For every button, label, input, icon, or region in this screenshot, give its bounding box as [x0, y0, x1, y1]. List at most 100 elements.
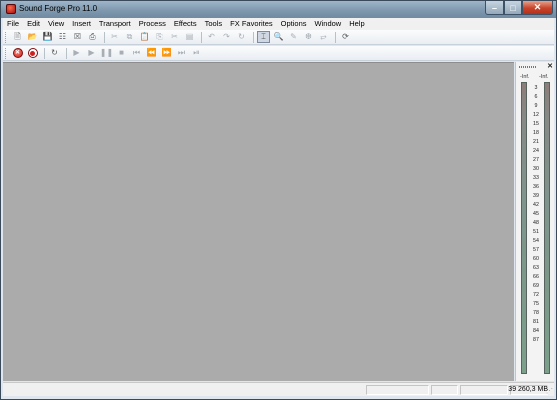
meter-scale-tick: 45 — [533, 211, 539, 217]
menu-transport[interactable]: Transport — [95, 18, 135, 30]
pencil-tool-icon[interactable]: ✎ — [287, 31, 300, 43]
event-tool-icon[interactable]: ⥂ — [317, 31, 330, 43]
cut-icon[interactable]: ✂ — [108, 31, 121, 43]
menu-window[interactable]: Window — [311, 18, 346, 30]
close-button[interactable]: ✕ — [522, 1, 553, 15]
meter-scale: 3 6 9 12 15 18 21 24 27 30 33 36 39 42 45 48 51 54 57 60 63 6… — [529, 82, 543, 374]
fast-forward-icon[interactable]: ⏩ — [160, 47, 173, 59]
caption-buttons: – □ ✕ — [485, 1, 553, 15]
menu-effects[interactable]: Effects — [170, 18, 201, 30]
record-button[interactable] — [26, 47, 39, 59]
go-to-end-icon[interactable]: ⏭ — [175, 47, 188, 59]
right-peak-readout[interactable]: -Inf. — [539, 74, 548, 80]
menu-options[interactable]: Options — [277, 18, 311, 30]
meter-scale-tick: 48 — [533, 220, 539, 226]
menu-bar: File Edit View Insert Transport Process … — [3, 18, 554, 30]
repeat-icon[interactable]: ↻ — [235, 31, 248, 43]
meter-scale-tick: 9 — [534, 103, 538, 109]
meter-scale-tick: 3 — [534, 85, 538, 91]
toolbar-separator — [253, 31, 254, 43]
record-icon — [27, 48, 38, 58]
play-pause-icon[interactable]: ⏯ — [190, 47, 203, 59]
save-all-icon[interactable]: ☷ — [56, 31, 69, 43]
meter-scale-tick: 81 — [533, 319, 539, 325]
meter-scale-tick: 27 — [533, 157, 539, 163]
menu-fx-favorites[interactable]: FX Favorites — [226, 18, 277, 30]
status-cell — [366, 385, 429, 395]
meter-drag-grip[interactable] — [519, 66, 536, 68]
maximize-button[interactable]: □ — [504, 1, 522, 15]
status-bar: 39 260,3 MB ⋰ — [3, 382, 554, 396]
stop-icon[interactable]: ■ — [115, 47, 128, 59]
status-cell — [460, 385, 508, 395]
toolbar-separator — [66, 47, 67, 59]
meter-scale-tick: 42 — [533, 202, 539, 208]
level-meter-panel: ✕ -Inf. -Inf. 3 6 9 12 15 18 21 24 27 30 33 36 39 42 4… — [515, 62, 554, 381]
sound-forge-app-icon[interactable] — [6, 4, 16, 14]
play-all-icon[interactable]: ▶ — [70, 47, 83, 59]
open-folder-icon[interactable]: 📂 — [26, 31, 39, 43]
refresh-icon[interactable]: ⟳ — [339, 31, 352, 43]
meter-close-icon[interactable]: ✕ — [547, 62, 553, 70]
rewind-icon[interactable]: ⏪ — [145, 47, 158, 59]
meter-scale-tick: 66 — [533, 274, 539, 280]
toolbar-separator — [201, 31, 202, 43]
status-cell — [431, 385, 458, 395]
left-channel-meter — [521, 82, 527, 374]
app-window: Sound Forge Pro 11.0 – □ ✕ File Edit Vie… — [0, 0, 557, 400]
minimize-button[interactable]: – — [485, 1, 504, 15]
menu-process[interactable]: Process — [135, 18, 170, 30]
meter-scale-tick: 15 — [533, 121, 539, 127]
meter-scale-tick: 18 — [533, 130, 539, 136]
meter-scale-tick: 36 — [533, 184, 539, 190]
left-peak-readout[interactable]: -Inf. — [520, 74, 529, 80]
workspace-area[interactable] — [3, 62, 514, 381]
play-icon[interactable]: ▶ — [85, 47, 98, 59]
meter-scale-tick: 75 — [533, 301, 539, 307]
meter-header: ✕ — [519, 62, 553, 70]
window-title: Sound Forge Pro 11.0 — [19, 4, 98, 13]
meter-scale-tick: 84 — [533, 328, 539, 334]
toolbar-separator — [44, 47, 45, 59]
paste-mix-icon[interactable]: ⎘ — [153, 31, 166, 43]
magnify-tool-icon[interactable]: 🔍 — [272, 31, 285, 43]
menu-view[interactable]: View — [44, 18, 68, 30]
meter-scale-tick: 54 — [533, 238, 539, 244]
transport-toolbar: ✕ ↻ ▶ ▶ ❚❚ ■ ⏮ ⏪ ⏩ ⏭ ⏯ — [3, 46, 554, 61]
title-bar[interactable]: Sound Forge Pro 11.0 – □ ✕ — [1, 1, 556, 18]
resize-grip-icon[interactable]: ⋰ — [546, 387, 553, 395]
undo-icon[interactable]: ↶ — [205, 31, 218, 43]
meter-scale-tick: 12 — [533, 112, 539, 118]
menu-edit[interactable]: Edit — [23, 18, 44, 30]
edit-tool-icon[interactable]: ⌶ — [257, 31, 270, 43]
meter-scale-tick: 78 — [533, 310, 539, 316]
menu-insert[interactable]: Insert — [68, 18, 95, 30]
render-as-icon[interactable]: ☒ — [71, 31, 84, 43]
meter-scale-tick: 21 — [533, 139, 539, 145]
redo-icon[interactable]: ↷ — [220, 31, 233, 43]
save-icon[interactable]: 💾 — [41, 31, 54, 43]
loop-icon[interactable]: ↻ — [48, 47, 61, 59]
stop-recording-button[interactable]: ✕ — [11, 47, 24, 59]
toolbar-grip[interactable] — [5, 47, 8, 59]
stop-record-icon: ✕ — [12, 48, 23, 58]
meter-scale-tick: 51 — [533, 229, 539, 235]
go-to-start-icon[interactable]: ⏮ — [130, 47, 143, 59]
new-file-icon[interactable]: 🗎 — [11, 31, 24, 43]
envelope-tool-icon[interactable]: ❆ — [302, 31, 315, 43]
meter-scale-tick: 6 — [534, 94, 538, 100]
paste-icon[interactable]: 📋 — [138, 31, 151, 43]
toolbar-separator — [335, 31, 336, 43]
print-icon[interactable]: ⎙ — [86, 31, 99, 43]
menu-tools[interactable]: Tools — [201, 18, 227, 30]
menu-help[interactable]: Help — [345, 18, 368, 30]
toolbar-separator — [104, 31, 105, 43]
meter-scale-tick: 24 — [533, 148, 539, 154]
meter-scale-tick: 33 — [533, 175, 539, 181]
pause-icon[interactable]: ❚❚ — [100, 47, 113, 59]
menu-file[interactable]: File — [3, 18, 23, 30]
toolbar-grip[interactable] — [5, 31, 8, 43]
crop-icon[interactable]: ▤ — [183, 31, 196, 43]
copy-icon[interactable]: ⧉ — [123, 31, 136, 43]
trim-icon[interactable]: ✂ — [168, 31, 181, 43]
